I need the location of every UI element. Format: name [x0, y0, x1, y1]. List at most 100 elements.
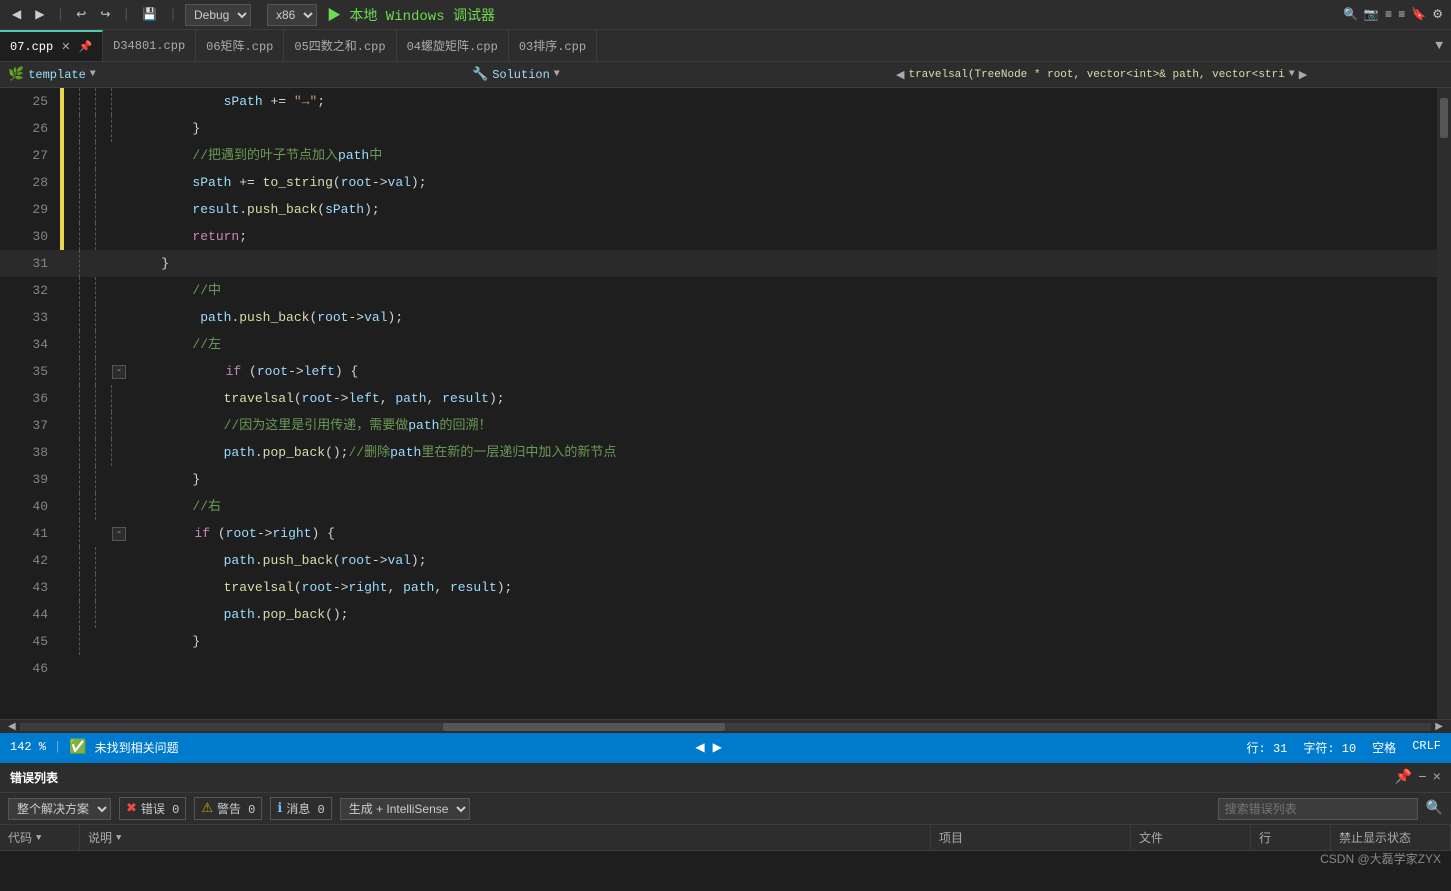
code-line-44[interactable]: 44 path.pop_back();: [0, 601, 1437, 628]
code-text-43[interactable]: travelsal(root->right, path, result);: [126, 574, 1437, 601]
bookmark-icon[interactable]: 🔖: [1411, 7, 1426, 22]
code-line-26[interactable]: 26 }: [0, 115, 1437, 142]
warning-badge[interactable]: ⚠ 警告 0: [194, 797, 262, 820]
code-text-37[interactable]: //因为这里是引用传递，需要做path的回溯！: [126, 412, 1437, 439]
scrollbar-thumb[interactable]: [1440, 98, 1448, 138]
code-line-25[interactable]: 25 sPath += "→";: [0, 88, 1437, 115]
code-line-45[interactable]: 45 }: [0, 628, 1437, 655]
zoom-level[interactable]: 142 %: [10, 740, 46, 754]
col-file[interactable]: 文件: [1131, 825, 1251, 850]
code-line-27[interactable]: 27 //把遇到的叶子节点加入path中: [0, 142, 1437, 169]
code-text-29[interactable]: result.push_back(sPath);: [126, 196, 1437, 223]
col-suppress[interactable]: 禁止显示状态: [1331, 825, 1451, 850]
file-dropdown-arrow[interactable]: ▼: [90, 69, 96, 80]
col-line[interactable]: 行: [1251, 825, 1331, 850]
code-text-41[interactable]: if (root->right) {: [128, 520, 1437, 547]
fold-btn-41[interactable]: -: [112, 527, 126, 541]
panel-pin-icon[interactable]: 📌: [1395, 769, 1412, 786]
code-text-33[interactable]: path.push_back(root->val);: [126, 304, 1437, 331]
code-line-28[interactable]: 28 sPath += to_string(root->val);: [0, 169, 1437, 196]
nav-left-icon[interactable]: ◀: [896, 68, 904, 82]
code-text-44[interactable]: path.pop_back();: [126, 601, 1437, 628]
toolbar-redo-btn[interactable]: ↪: [96, 5, 114, 24]
code-text-40[interactable]: //右: [126, 493, 1437, 520]
code-line-46[interactable]: 46: [0, 655, 1437, 682]
code-line-31[interactable]: 31 }: [0, 250, 1437, 277]
code-line-36[interactable]: 36 travelsal(root->left, path, result);: [0, 385, 1437, 412]
h-scroll-left-btn[interactable]: ◀: [4, 721, 20, 733]
code-line-39[interactable]: 39 }: [0, 466, 1437, 493]
h-scroll-nav-left[interactable]: ◀: [695, 740, 704, 755]
tab-04luoxuan[interactable]: 04螺旋矩阵.cpp: [397, 30, 509, 61]
code-line-40[interactable]: 40 //右: [0, 493, 1437, 520]
code-line-37[interactable]: 37 //因为这里是引用传递，需要做path的回溯！: [0, 412, 1437, 439]
line-ending-indicator[interactable]: CRLF: [1412, 739, 1441, 756]
toolbar-fwd-btn[interactable]: ▶: [31, 5, 48, 24]
col-proj[interactable]: 项目: [931, 825, 1131, 850]
h-scroll-right-btn[interactable]: ▶: [1431, 721, 1447, 733]
tab-overflow-btn[interactable]: ▼: [1427, 30, 1451, 61]
code-line-35[interactable]: 35- if (root->left) {: [0, 358, 1437, 385]
horizontal-scrollbar[interactable]: ◀ ▶: [0, 719, 1451, 733]
error-search-input[interactable]: [1218, 798, 1418, 820]
camera-icon[interactable]: 📷: [1364, 7, 1379, 22]
row-indicator[interactable]: 行: 31: [1247, 739, 1288, 756]
code-text-28[interactable]: sPath += to_string(root->val);: [126, 169, 1437, 196]
toolbar-save-btn[interactable]: 💾: [138, 5, 161, 24]
code-text-26[interactable]: }: [126, 115, 1437, 142]
arch-dropdown[interactable]: x86: [267, 4, 317, 26]
run-btn[interactable]: ▶ 本地 Windows 调试器: [323, 3, 499, 27]
gen-filter-dropdown[interactable]: 生成 + IntelliSense: [340, 798, 470, 820]
code-text-27[interactable]: //把遇到的叶子节点加入path中: [126, 142, 1437, 169]
debug-config-dropdown[interactable]: Debug: [185, 4, 251, 26]
func-dropdown-arrow[interactable]: ▼: [1289, 69, 1295, 80]
tab-06juzhen[interactable]: 06矩阵.cpp: [196, 30, 284, 61]
tab-07cpp-pin2[interactable]: 📌: [78, 40, 92, 54]
col-desc[interactable]: 说明 ▼: [80, 825, 931, 850]
error-search-icon[interactable]: 🔍: [1426, 800, 1443, 817]
code-text-36[interactable]: travelsal(root->left, path, result);: [126, 385, 1437, 412]
code-text-39[interactable]: }: [126, 466, 1437, 493]
code-line-42[interactable]: 42 path.push_back(root->val);: [0, 547, 1437, 574]
settings-icon[interactable]: ⚙: [1432, 7, 1443, 22]
code-line-29[interactable]: 29 result.push_back(sPath);: [0, 196, 1437, 223]
code-text-35[interactable]: if (root->left) {: [128, 358, 1437, 385]
code-line-33[interactable]: 33 path.push_back(root->val);: [0, 304, 1437, 331]
file-name-label[interactable]: template: [28, 68, 86, 82]
code-line-34[interactable]: 34 //左: [0, 331, 1437, 358]
code-text-34[interactable]: //左: [126, 331, 1437, 358]
code-line-43[interactable]: 43 travelsal(root->right, path, result);: [0, 574, 1437, 601]
toolbar-undo-btn[interactable]: ↩: [72, 5, 90, 24]
col-code[interactable]: 代码 ▼: [0, 825, 80, 850]
code-text-42[interactable]: path.push_back(root->val);: [126, 547, 1437, 574]
nav-right-icon[interactable]: ▶: [1299, 68, 1307, 82]
code-text-45[interactable]: }: [126, 628, 1437, 655]
h-scroll-thumb[interactable]: [443, 723, 725, 731]
h-scroll-nav-right[interactable]: ▶: [713, 740, 722, 755]
message-badge[interactable]: ℹ 消息 0: [270, 797, 331, 820]
code-text-32[interactable]: //中: [126, 277, 1437, 304]
error-badge[interactable]: ✖ 错误 0: [119, 797, 186, 820]
code-text-25[interactable]: sPath += "→";: [126, 88, 1437, 115]
solution-label[interactable]: Solution: [492, 68, 550, 82]
fold-btn-35[interactable]: -: [112, 365, 126, 379]
toolbar-back-btn[interactable]: ◀: [8, 5, 25, 24]
code-line-41[interactable]: 41- if (root->right) {: [0, 520, 1437, 547]
code-line-38[interactable]: 38 path.pop_back();//删除path里在新的一层递归中加入的新…: [0, 439, 1437, 466]
search-icon[interactable]: 🔍: [1343, 7, 1358, 22]
vertical-scrollbar[interactable]: [1437, 88, 1451, 719]
tab-07cpp[interactable]: 07.cpp ✕ 📌: [0, 30, 103, 61]
code-text-30[interactable]: return;: [126, 223, 1437, 250]
solution-dropdown-arrow[interactable]: ▼: [554, 69, 560, 80]
panel-close-btn[interactable]: ×: [1433, 770, 1441, 786]
encoding-indicator[interactable]: 空格: [1372, 739, 1396, 756]
tab-07cpp-pin[interactable]: ✕: [61, 40, 70, 54]
panel-minimize-btn[interactable]: −: [1418, 770, 1426, 786]
col-indicator[interactable]: 字符: 10: [1303, 739, 1356, 756]
code-line-32[interactable]: 32 //中: [0, 277, 1437, 304]
code-text-38[interactable]: path.pop_back();//删除path里在新的一层递归中加入的新节点: [126, 439, 1437, 466]
code-text-31[interactable]: }: [126, 250, 1437, 277]
code-line-30[interactable]: 30 return;: [0, 223, 1437, 250]
tab-03paixu[interactable]: 03排序.cpp: [509, 30, 597, 61]
tab-05sishuzhi[interactable]: 05四数之和.cpp: [284, 30, 396, 61]
